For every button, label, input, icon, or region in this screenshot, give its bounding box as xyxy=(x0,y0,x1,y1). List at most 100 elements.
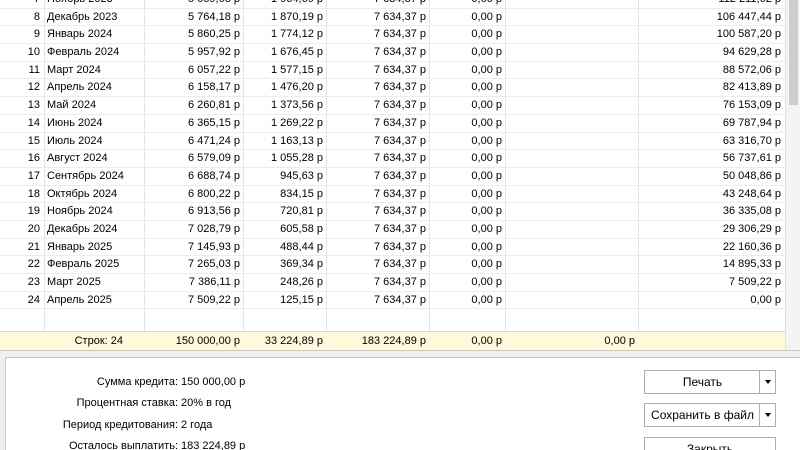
close-button-label[interactable]: Закрыть xyxy=(645,438,775,450)
rate-label: Процентная ставка: xyxy=(76,397,178,409)
interest-cell: 720,81 р xyxy=(280,205,323,218)
principal-cell: 5 957,92 р xyxy=(188,46,240,59)
extra-payment-cell: 0,00 р xyxy=(471,205,502,218)
table-row[interactable]: 7Ноябрь 20235 669,68 р1 964,69 р7 634,37… xyxy=(0,0,785,9)
month-cell: Октябрь 2024 xyxy=(47,187,118,200)
interest-cell: 125,15 р xyxy=(280,293,323,306)
grid-col-divider xyxy=(44,0,45,331)
principal-cell: 7 265,03 р xyxy=(188,258,240,271)
month-cell: Декабрь 2024 xyxy=(47,222,118,235)
table-row[interactable]: 22 Февраль 2025 7 265,03 р 369,34 р 7 634,37… xyxy=(0,256,785,274)
principal-cell: 5 860,25 р xyxy=(188,28,240,41)
loan-amount-label: Сумма кредита: xyxy=(96,376,178,388)
extra-payment-cell: 0,00 р xyxy=(471,134,502,147)
table-row[interactable]: 17 Сентябрь 2024 6 688,74 р 945,63 р 7 634,3… xyxy=(0,168,785,186)
total-note: 0,00 р xyxy=(604,335,635,347)
payment-cell: 7 634,37 р xyxy=(374,28,426,41)
payment-cell: 7 634,37 р xyxy=(374,152,426,165)
row-number: 20 xyxy=(27,222,40,235)
table-row[interactable]: 9 Январь 2024 5 860,25 р 1 774,12 р 7 634,37… xyxy=(0,26,785,45)
payment-cell: 7 634,37 р xyxy=(374,134,426,147)
principal-cell: 6 913,56 р xyxy=(188,205,240,218)
principal-cell: 6 800,22 р xyxy=(188,187,240,200)
balance-cell: 69 787,94 р xyxy=(722,116,781,129)
row-number: 18 xyxy=(27,187,40,200)
table-row[interactable]: 12 Апрель 2024 6 158,17 р 1 476,20 р 7 634,3… xyxy=(0,79,785,98)
extra-payment-cell: 0,00 р xyxy=(471,258,502,271)
table-row[interactable]: 10 Февраль 2024 5 957,92 р 1 676,45 р 7 634,… xyxy=(0,44,785,62)
payment-cell: 7 634,37 р xyxy=(374,63,426,76)
note-cell xyxy=(506,239,638,257)
extra-payment-cell: 0,00 р xyxy=(471,10,502,23)
month-cell: Январь 2024 xyxy=(47,28,113,41)
table-row[interactable]: 23 Март 2025 7 386,11 р 248,26 р 7 634,37 р 0… xyxy=(0,274,785,292)
table-row[interactable]: 11 Март 2024 6 057,22 р 1 577,15 р 7 634,37 … xyxy=(0,62,785,80)
interest-cell: 1 373,56 р xyxy=(271,99,323,112)
month-cell: Апрель 2025 xyxy=(47,293,112,306)
table-row[interactable]: 16 Август 2024 6 579,09 р 1 055,28 р 7 634,3… xyxy=(0,150,785,168)
print-button[interactable]: Печать xyxy=(644,370,776,394)
table-row[interactable]: 21 Январь 2025 7 145,93 р 488,44 р 7 634,37 … xyxy=(0,239,785,257)
note-cell xyxy=(506,221,638,239)
scrollbar-thumb[interactable] xyxy=(789,0,798,105)
month-cell: Февраль 2024 xyxy=(47,46,120,59)
loan-amount-value: 150 000,00 р xyxy=(181,376,246,388)
remaining-value: 183 224,89 р xyxy=(181,440,246,450)
print-button-label[interactable]: Печать xyxy=(645,371,760,393)
table-row[interactable]: 24 Апрель 2025 7 509,22 р 125,15 р 7 634,37 … xyxy=(0,292,785,310)
balance-cell: 106 447,44 р xyxy=(716,10,781,23)
vertical-scrollbar[interactable] xyxy=(785,0,800,350)
row-number: 22 xyxy=(27,258,40,271)
row-number: 15 xyxy=(27,134,40,147)
note-cell xyxy=(506,203,638,221)
balance-cell: 7 509,22 р xyxy=(729,276,781,288)
month-cell: Май 2024 xyxy=(47,99,97,112)
month-cell: Сентябрь 2024 xyxy=(47,169,124,182)
save-button-label[interactable]: Сохранить в файл xyxy=(645,404,760,426)
grid-col-divider xyxy=(326,0,327,331)
interest-cell: 1 774,12 р xyxy=(271,28,323,41)
table-row[interactable]: 18 Октябрь 2024 6 800,22 р 834,15 р 7 634,37… xyxy=(0,186,785,204)
principal-cell: 6 471,24 р xyxy=(188,134,240,147)
extra-payment-cell: 0,00 р xyxy=(471,63,502,76)
balance-cell: 88 572,06 р xyxy=(722,63,781,76)
interest-cell: 1 476,20 р xyxy=(271,81,323,94)
row-number: 19 xyxy=(27,205,40,218)
grid-rows: 7Ноябрь 20235 669,68 р1 964,69 р7 634,37… xyxy=(0,0,785,310)
note-cell xyxy=(506,9,638,27)
principal-cell: 5 764,18 р xyxy=(188,10,240,23)
note-cell xyxy=(506,97,638,115)
balance-cell: 82 413,89 р xyxy=(722,81,781,94)
table-row[interactable]: 14 Июнь 2024 6 365,15 р 1 269,22 р 7 634,37 … xyxy=(0,115,785,133)
interest-cell: 1 676,45 р xyxy=(271,46,323,59)
save-dropdown[interactable] xyxy=(759,404,775,426)
table-row[interactable]: 19 Ноябрь 2024 6 913,56 р 720,81 р 7 634,37 … xyxy=(0,203,785,221)
month-cell: Март 2025 xyxy=(47,276,101,288)
principal-cell: 6 579,09 р xyxy=(188,152,240,165)
month-cell: Январь 2025 xyxy=(47,240,113,253)
balance-cell: 43 248,64 р xyxy=(722,187,781,200)
total-extra: 0,00 р xyxy=(471,335,502,347)
table-row[interactable]: 8 Декабрь 2023 5 764,18 р 1 870,19 р 7 634,3… xyxy=(0,9,785,27)
payment-cell: 7 634,37 р xyxy=(374,46,426,59)
total-interest: 33 224,89 р xyxy=(264,335,323,347)
balance-cell: 50 048,86 р xyxy=(722,169,781,182)
principal-cell: 6 158,17 р xyxy=(188,81,240,94)
month-cell: Июнь 2024 xyxy=(47,116,103,129)
interest-cell: 369,34 р xyxy=(280,258,323,271)
row-number: 11 xyxy=(28,63,40,76)
table-row[interactable]: 13 Май 2024 6 260,81 р 1 373,56 р 7 634,37 р… xyxy=(0,97,785,115)
save-to-file-button[interactable]: Сохранить в файл xyxy=(644,403,776,427)
interest-cell: 1 269,22 р xyxy=(271,116,323,129)
payment-cell: 7 634,37 р xyxy=(374,276,426,288)
row-number: 10 xyxy=(27,46,40,59)
month-cell: Март 2024 xyxy=(47,63,101,76)
grid-col-divider xyxy=(638,0,639,331)
extra-payment-cell: 0,00 р xyxy=(471,152,502,165)
print-dropdown[interactable] xyxy=(759,371,775,393)
balance-cell: 22 160,36 р xyxy=(722,240,781,253)
payment-schedule-grid[interactable]: 7Ноябрь 20235 669,68 р1 964,69 р7 634,37… xyxy=(0,0,800,351)
close-button[interactable]: Закрыть xyxy=(644,437,776,450)
table-row[interactable]: 15 Июль 2024 6 471,24 р 1 163,13 р 7 634,37 … xyxy=(0,133,785,151)
table-row[interactable]: 20 Декабрь 2024 7 028,79 р 605,58 р 7 634,37… xyxy=(0,221,785,239)
